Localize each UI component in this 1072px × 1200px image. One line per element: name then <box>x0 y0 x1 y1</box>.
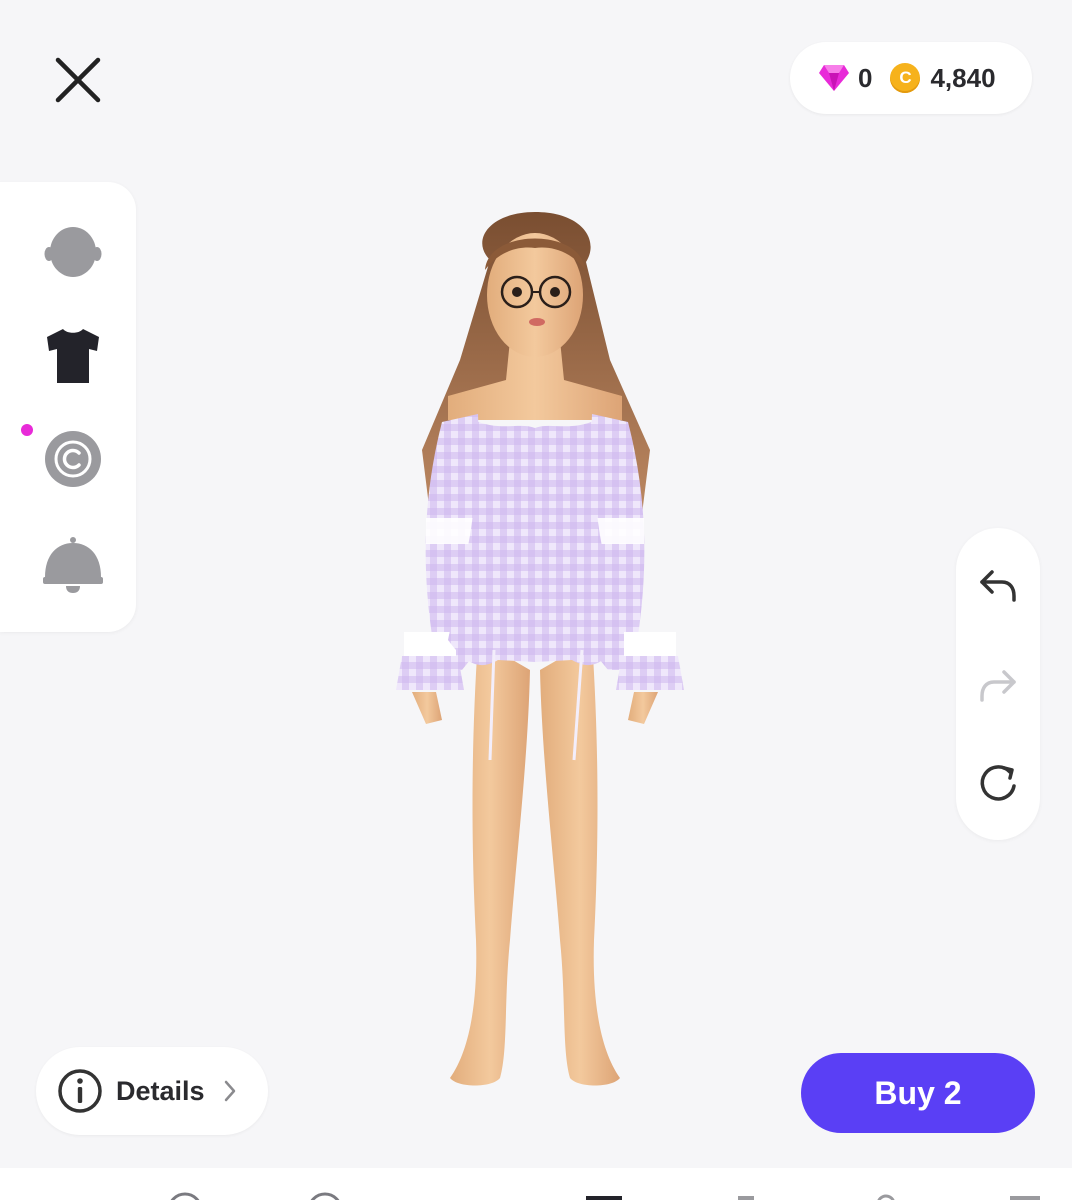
close-button[interactable] <box>48 50 108 110</box>
chevron-right-icon <box>224 1080 235 1102</box>
details-label: Details <box>116 1075 205 1106</box>
category-creator-button[interactable] <box>40 426 106 492</box>
category-face-button[interactable] <box>40 218 106 284</box>
avatar-figure[interactable] <box>360 200 710 1100</box>
buy-button[interactable]: Buy 2 <box>801 1053 1035 1133</box>
category-clothing-button[interactable] <box>40 322 106 388</box>
redo-button[interactable] <box>974 662 1022 710</box>
details-button[interactable]: Details <box>36 1047 268 1135</box>
head-icon <box>44 227 102 277</box>
coin-icon: C <box>890 63 921 93</box>
gem-icon <box>818 64 850 92</box>
category-bell-button[interactable] <box>40 532 106 598</box>
reset-icon <box>980 765 1016 801</box>
undo-icon <box>980 570 1016 602</box>
copyright-icon <box>45 431 101 487</box>
tshirt-icon <box>47 329 99 383</box>
reset-button[interactable] <box>974 760 1022 808</box>
close-icon <box>55 57 101 103</box>
notification-dot <box>21 424 33 436</box>
currency-balance[interactable]: 0 C 4,840 <box>790 42 1032 114</box>
gem-count: 0 <box>858 62 873 93</box>
undo-button[interactable] <box>974 562 1022 610</box>
category-panel <box>0 182 136 632</box>
info-icon <box>58 1069 102 1113</box>
history-panel <box>956 528 1040 840</box>
bell-icon <box>43 537 103 593</box>
coin-count: 4,840 <box>930 62 996 93</box>
redo-icon <box>980 670 1016 702</box>
bottom-tab-bar <box>0 1168 1072 1200</box>
